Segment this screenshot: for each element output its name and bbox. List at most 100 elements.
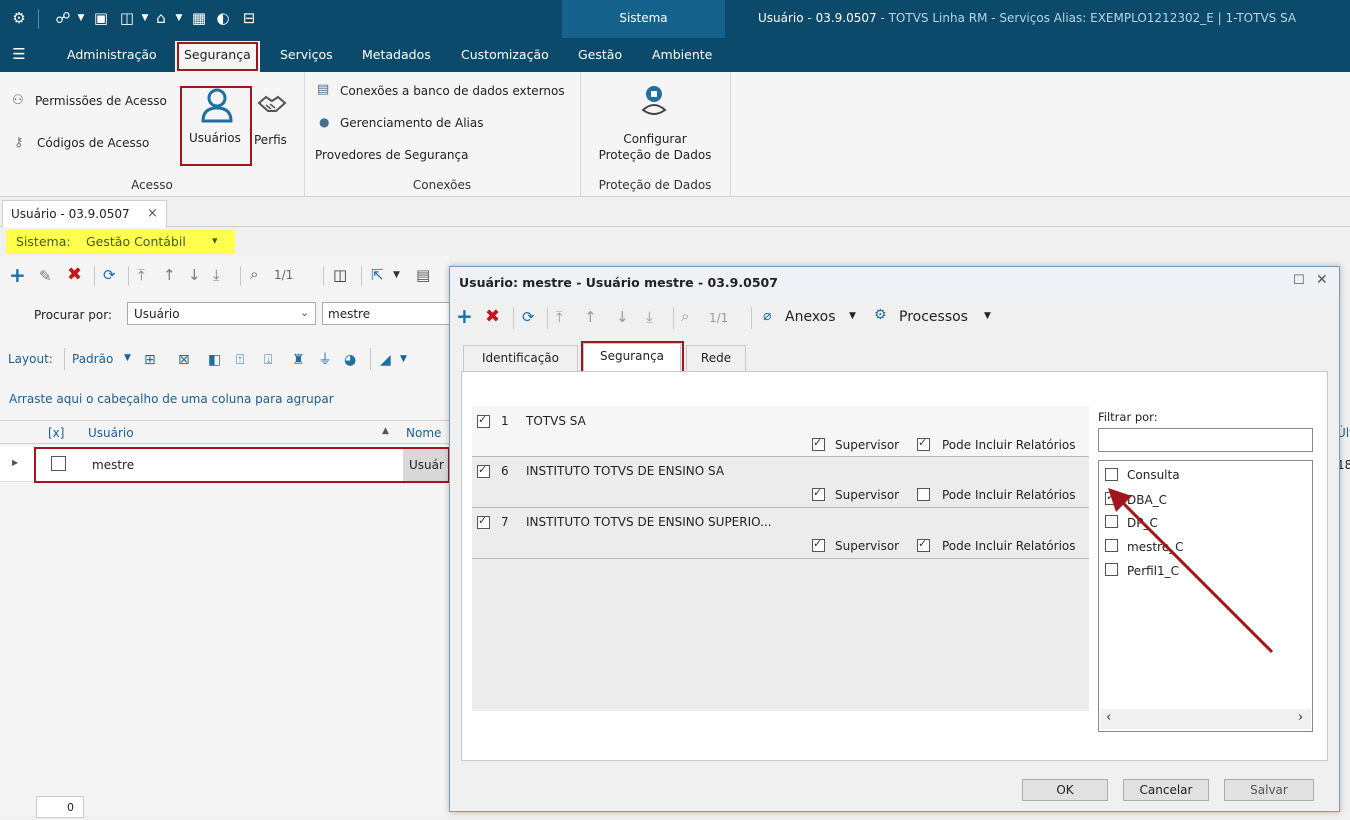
- chevron-down-icon[interactable]: ▼: [393, 266, 400, 284]
- save-layout-icon[interactable]: ◧: [208, 351, 221, 369]
- anexos-button[interactable]: ⌀ Anexos ▼: [763, 307, 863, 329]
- filtrar-input[interactable]: [1098, 428, 1313, 452]
- layout-dropdown[interactable]: Padrão: [72, 352, 113, 366]
- codigos-button[interactable]: Códigos de Acesso: [37, 136, 149, 150]
- download-icon[interactable]: ⍗: [264, 351, 272, 369]
- protecao-group-label: Proteção de Dados: [598, 178, 712, 192]
- menu-ambiente[interactable]: Ambiente: [652, 47, 712, 62]
- gear-icon: ⚙: [874, 307, 887, 323]
- system-selector[interactable]: Sistema: Gestão Contábil ▾: [6, 230, 235, 254]
- perfis-button[interactable]: Perfis: [254, 87, 292, 159]
- menu-gestao[interactable]: Gestão: [578, 47, 622, 62]
- list-item[interactable]: 7 INSTITUTO TOTVS DE ENSINO SUPERIO... S…: [472, 508, 1089, 559]
- gerenciamento-alias-button[interactable]: Gerenciamento de Alias: [340, 116, 483, 130]
- exit-icon[interactable]: ⊟: [240, 9, 258, 27]
- procurar-select[interactable]: Usuário ⌄: [127, 302, 316, 325]
- column-header-nome[interactable]: Nome: [406, 426, 441, 440]
- refresh-icon[interactable]: ⟳: [103, 266, 116, 284]
- relatorios-checkbox[interactable]: [917, 537, 930, 552]
- search-icon[interactable]: ⌕: [250, 265, 258, 283]
- database-icon: ▤: [317, 82, 330, 97]
- search-icon[interactable]: ⌕: [681, 307, 689, 325]
- search-input[interactable]: mestre: [322, 302, 452, 325]
- expand-icon[interactable]: ⊞: [144, 351, 156, 369]
- tab-identificacao[interactable]: Identificação: [463, 345, 578, 371]
- scroll-right-icon[interactable]: ›: [1298, 710, 1303, 725]
- app-menu-icon[interactable]: ☰: [10, 45, 28, 63]
- dashboard-icon[interactable]: ◫: [118, 9, 136, 27]
- delete-icon[interactable]: ✖: [485, 308, 500, 326]
- delete-icon[interactable]: ✖: [67, 266, 82, 284]
- menu-administracao[interactable]: Administração: [67, 47, 157, 62]
- menu-servicos[interactable]: Serviços: [280, 47, 333, 62]
- format-icon[interactable]: ♜: [292, 351, 305, 369]
- save-button[interactable]: Salvar: [1224, 779, 1314, 801]
- prev-icon[interactable]: ↑: [163, 266, 176, 284]
- home-icon[interactable]: ⌂: [152, 9, 170, 27]
- add-icon[interactable]: +: [456, 306, 473, 326]
- menu-customizacao[interactable]: Customização: [461, 47, 549, 62]
- chevron-down-icon[interactable]: ▼: [124, 353, 131, 363]
- column-header-usuario[interactable]: Usuário: [88, 426, 134, 440]
- menu-metadados[interactable]: Metadados: [362, 47, 431, 62]
- relatorios-checkbox[interactable]: [917, 488, 930, 501]
- chevron-down-icon[interactable]: ▼: [400, 354, 407, 364]
- permissoes-button[interactable]: Permissões de Acesso: [35, 94, 167, 108]
- supervisor-checkbox[interactable]: [812, 537, 825, 552]
- next-icon[interactable]: ↓: [616, 308, 629, 326]
- columns-icon[interactable]: ◫: [333, 266, 347, 284]
- edit-icon[interactable]: ✎: [39, 267, 52, 285]
- user-dialog: Usuário: mestre - Usuário mestre - 03.9.…: [449, 266, 1340, 812]
- settings-icon[interactable]: ⚙: [10, 9, 28, 27]
- company-code: 7: [501, 515, 509, 529]
- profile-name: Consulta: [1127, 468, 1180, 482]
- ok-button[interactable]: OK: [1022, 779, 1108, 801]
- maximize-icon[interactable]: ☐: [1293, 273, 1305, 288]
- profile-checkbox[interactable]: [1105, 468, 1118, 481]
- close-icon[interactable]: ×: [147, 206, 158, 221]
- company-checkbox[interactable]: [477, 463, 490, 478]
- color-icon[interactable]: ◕: [344, 351, 356, 369]
- first-icon[interactable]: ⤒: [556, 308, 563, 326]
- add-icon[interactable]: +: [9, 265, 26, 285]
- conexoes-db-button[interactable]: Conexões a banco de dados externos: [340, 84, 565, 98]
- last-icon[interactable]: ⤓: [213, 266, 220, 284]
- export-icon[interactable]: ⇱: [371, 266, 384, 284]
- processos-button[interactable]: ⚙ Processos ▼: [874, 307, 1004, 329]
- relatorios-checkbox[interactable]: [917, 436, 930, 451]
- configurar-protecao-button[interactable]: Configurar Proteção de Dados: [585, 80, 725, 170]
- refresh-icon[interactable]: ⟳: [522, 308, 535, 326]
- supervisor-checkbox[interactable]: [812, 486, 825, 501]
- chart-icon[interactable]: ◢: [380, 351, 391, 369]
- report-icon[interactable]: ▤: [416, 266, 430, 284]
- prev-icon[interactable]: ↑: [584, 308, 597, 326]
- cancel-button[interactable]: Cancelar: [1123, 779, 1209, 801]
- monitor-icon[interactable]: ▣: [92, 9, 110, 27]
- grid-icon[interactable]: ▦: [190, 9, 208, 27]
- list-item[interactable]: 1 TOTVS SA Supervisor Pode Incluir Relat…: [472, 406, 1089, 457]
- divider: [128, 266, 129, 286]
- shield-icon[interactable]: ◐: [214, 9, 232, 27]
- doc-tab[interactable]: Usuário - 03.9.0507 ×: [2, 200, 167, 228]
- horizontal-scrollbar[interactable]: ‹ ›: [1100, 709, 1311, 729]
- next-icon[interactable]: ↓: [188, 266, 201, 284]
- filter-icon[interactable]: ⏚: [318, 351, 332, 369]
- first-icon[interactable]: ⤒: [138, 266, 145, 284]
- collapse-icon[interactable]: ⊠: [178, 351, 190, 369]
- tab-rede[interactable]: Rede: [686, 345, 746, 371]
- upload-icon[interactable]: ⍐: [236, 351, 244, 369]
- list-item[interactable]: 6 INSTITUTO TOTVS DE ENSINO SA Superviso…: [472, 457, 1089, 508]
- chevron-down-icon[interactable]: ▼: [170, 9, 188, 27]
- provedores-button[interactable]: Provedores de Segurança: [315, 148, 468, 162]
- company-checkbox[interactable]: [477, 413, 490, 428]
- column-header-select[interactable]: [x]: [48, 426, 64, 440]
- company-checkbox[interactable]: [477, 514, 490, 529]
- org-icon[interactable]: ☍: [54, 9, 72, 27]
- chevron-down-icon[interactable]: ▾: [212, 234, 218, 247]
- close-icon[interactable]: ✕: [1316, 272, 1328, 288]
- supervisor-checkbox[interactable]: [812, 436, 825, 451]
- chevron-down-icon[interactable]: ▼: [72, 9, 90, 27]
- last-icon[interactable]: ⤓: [646, 308, 653, 326]
- procurar-label: Procurar por:: [34, 308, 112, 322]
- scroll-left-icon[interactable]: ‹: [1106, 710, 1111, 725]
